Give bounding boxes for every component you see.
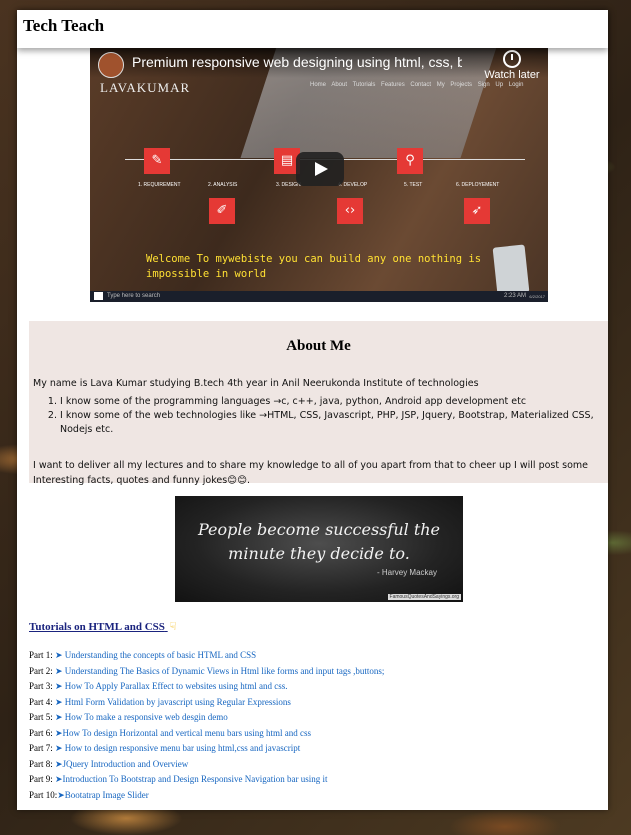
taskbar-time: 2:23 AM <box>503 293 526 299</box>
pointing-hand-icon: ☟ <box>169 621 177 633</box>
step-icon-develop: ‹› <box>337 198 363 224</box>
tutorial-part: Part 10:➤Bootatrap Image Slider <box>29 788 384 804</box>
about-heading: About Me <box>286 338 351 354</box>
quote-source: FamousQuotesAndSayings.org <box>387 594 461 600</box>
part-label: Part 3: <box>29 681 53 691</box>
play-button[interactable] <box>296 152 344 186</box>
quote-line-2: minute they decide to. <box>228 544 410 563</box>
watch-later-label: Watch later <box>484 69 540 81</box>
skills-list: I know some of the programming languages… <box>33 395 608 437</box>
tutorial-part: Part 9: ➤Introduction To Bootstrap and D… <box>29 772 384 788</box>
part-label: Part 8: <box>29 758 53 769</box>
step-label: 6. DEPLOYEMENT <box>456 182 500 188</box>
part-label: Part 6: <box>29 727 53 738</box>
tutorial-part: Part 5: ➤ How To make a responsive web d… <box>29 710 384 726</box>
about-section: About Me My name is Lava Kumar studying … <box>29 321 608 486</box>
about-closing: I want to deliver all my lectures and to… <box>33 460 588 486</box>
tutorial-link[interactable]: ➤How To design Horizontal and vertical m… <box>55 728 311 738</box>
tutorials-heading-text: Tutorials on HTML and CSS <box>29 621 165 633</box>
site-title: Tech Teach <box>23 16 105 35</box>
tutorial-part: Part 7: ➤ How to design responsive menu … <box>29 741 384 757</box>
clock-icon <box>503 50 521 68</box>
video-title[interactable]: Premium responsive web designing using h… <box>132 54 462 70</box>
step-label: 5. TEST <box>404 182 423 188</box>
quote-line-1: People become successful the <box>197 520 441 539</box>
tutorial-part: Part 3: ➤ How To Apply Parallax Effect t… <box>29 679 384 695</box>
tutorial-link[interactable]: ➤ Understanding The Basics of Dynamic Vi… <box>55 666 384 676</box>
tutorial-link[interactable]: ➤JQuery Introduction and Overview <box>55 759 188 769</box>
video-welcome-text: Welcome To mywebiste you can build any o… <box>146 253 482 280</box>
watch-later-button[interactable]: Watch later <box>482 50 542 81</box>
part-label: Part 1: <box>29 650 53 660</box>
tutorial-part: Part 6: ➤How To design Horizontal and ve… <box>29 726 384 742</box>
quote-author: - Harvey Mackay <box>376 568 437 577</box>
tutorials-heading: Tutorials on HTML and CSS ☟ <box>29 620 176 633</box>
taskbar-search: Type here to search <box>107 293 161 299</box>
step-label: 4. DEVELOP <box>338 182 368 188</box>
part-label: Part 4: <box>29 696 53 707</box>
step-icon-deployment: ➶ <box>464 198 490 224</box>
tutorial-link[interactable]: ➤ How To make a responsive web desgin de… <box>55 712 228 722</box>
video-taskbar: Type here to search 2:23 AM 6/2/2017 <box>90 291 548 302</box>
skill-item: I know some of the programming languages… <box>60 395 608 409</box>
youtube-video-embed[interactable]: Premium responsive web designing using h… <box>90 48 548 302</box>
tutorial-part: Part 4: ➤ Html Form Validation by javasc… <box>29 695 384 711</box>
tutorial-link[interactable]: ➤ Understanding the concepts of basic HT… <box>55 650 256 660</box>
site-header: Tech Teach <box>17 10 608 48</box>
channel-avatar[interactable] <box>98 52 124 78</box>
tutorial-part: Part 1: ➤ Understanding the concepts of … <box>29 648 384 664</box>
step-label: 1. REQUIREMENT <box>138 182 181 188</box>
tutorial-part: Part 2: ➤ Understanding The Basics of Dy… <box>29 664 384 680</box>
part-label: Part 5: <box>29 712 53 722</box>
step-icon-analysis: ✐ <box>209 198 235 224</box>
step-icon-test: ⚲ <box>397 148 423 174</box>
phone-graphic <box>492 244 530 296</box>
step-icon-requirement: ✎ <box>144 148 170 174</box>
tutorial-link[interactable]: ➤ Html Form Validation by javascript usi… <box>55 697 291 707</box>
step-label: 2. ANALYSIS <box>208 182 238 188</box>
part-label: Part 9: <box>29 774 53 784</box>
video-site-nav: Home About Tutorials Features Contact My… <box>310 82 524 88</box>
tutorial-link[interactable]: ➤ How To Apply Parallax Effect to websit… <box>55 681 288 691</box>
page-card: Tech Teach Premium responsive web design… <box>17 10 608 810</box>
part-label: Part 10: <box>29 789 58 800</box>
video-brand-text: LAVAKUMAR <box>100 80 191 95</box>
part-label: Part 7: <box>29 743 53 753</box>
tutorial-link[interactable]: ➤ How to design responsive menu bar usin… <box>55 743 300 753</box>
taskbar-date: 6/2/2017 <box>529 294 545 299</box>
quote-image: People become successful the minute they… <box>175 496 463 602</box>
tutorial-link[interactable]: ➤Bootatrap Image Slider <box>57 790 149 800</box>
skill-item: I know some of the web technologies like… <box>60 409 608 437</box>
quote-text: People become successful the minute they… <box>175 496 463 566</box>
about-intro: My name is Lava Kumar studying B.tech 4t… <box>33 378 479 389</box>
part-label: Part 2: <box>29 665 53 676</box>
windows-icon <box>94 292 103 300</box>
tutorial-part: Part 8: ➤JQuery Introduction and Overvie… <box>29 757 384 773</box>
tutorial-parts-list: Part 1: ➤ Understanding the concepts of … <box>29 648 384 803</box>
tutorial-link[interactable]: ➤Introduction To Bootstrap and Design Re… <box>55 774 327 784</box>
